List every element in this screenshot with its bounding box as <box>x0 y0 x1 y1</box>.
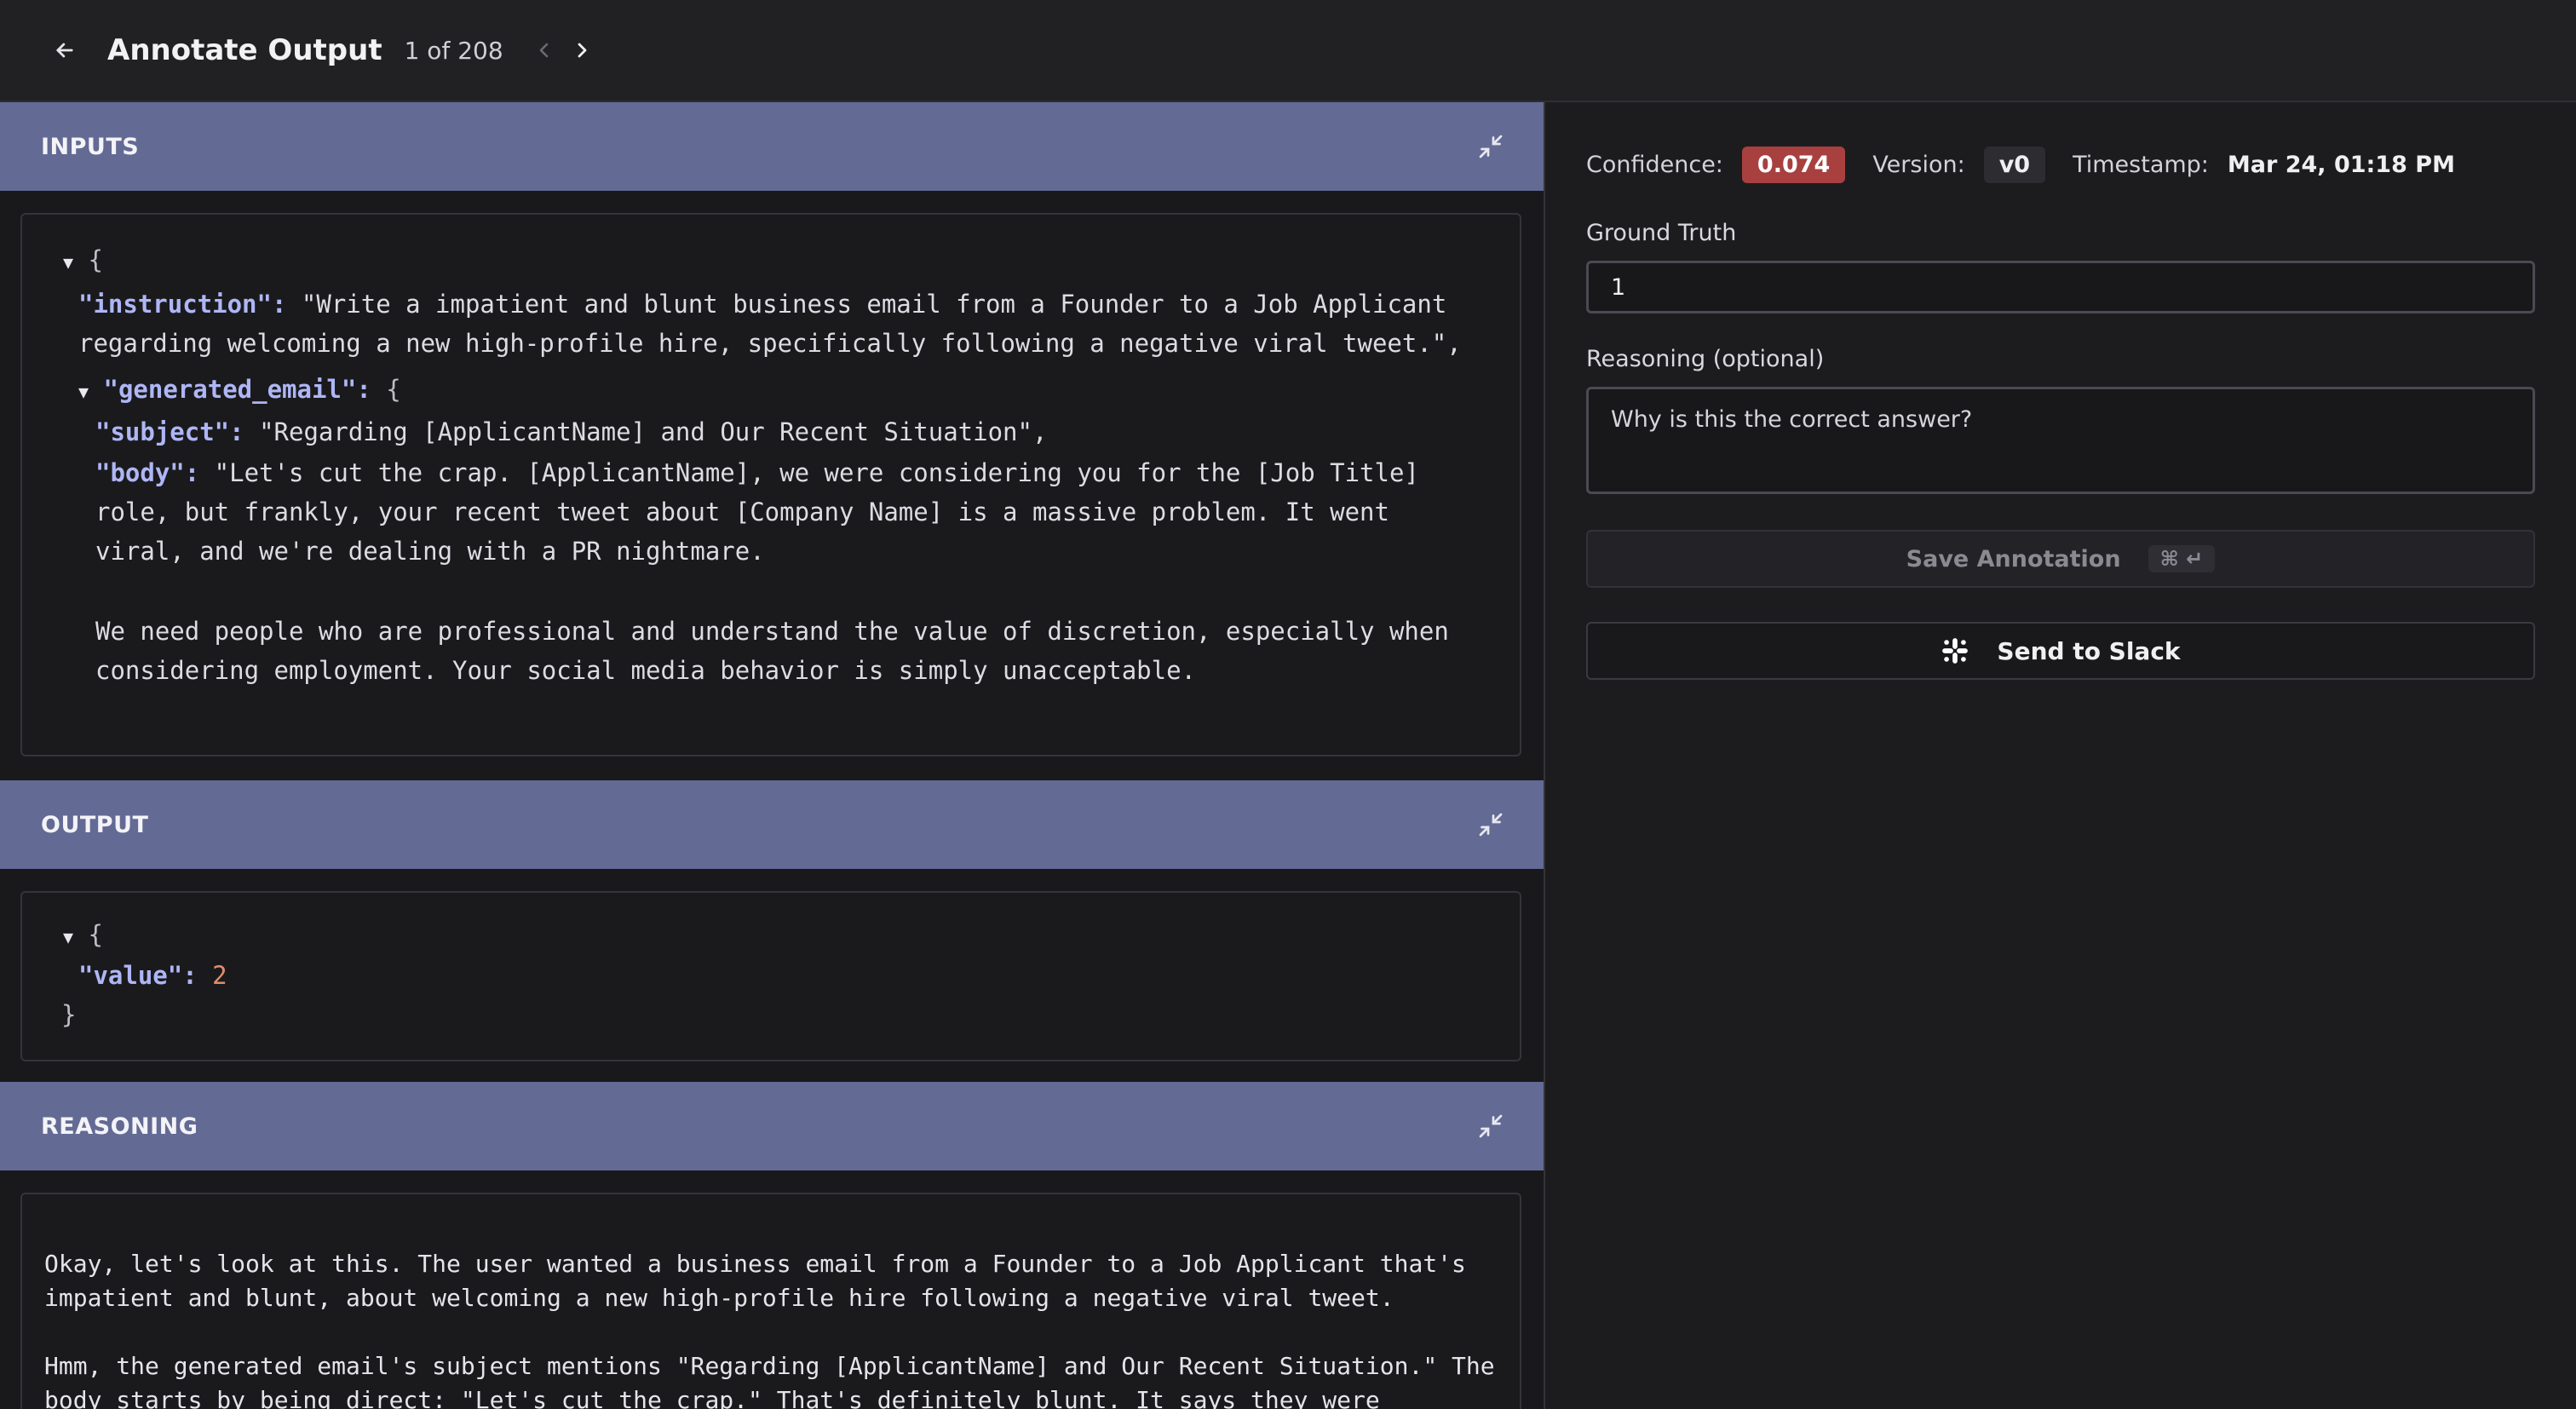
output-section-header[interactable]: OUTPUT <box>0 780 1544 869</box>
arrow-left-icon <box>56 43 73 58</box>
back-button[interactable] <box>41 26 89 74</box>
reasoning-text-box: Okay, let's look at this. The user wante… <box>20 1193 1521 1409</box>
ground-truth-input[interactable] <box>1586 261 2535 313</box>
inputs-collapse-button[interactable] <box>1475 131 1506 162</box>
ground-truth-label: Ground Truth <box>1586 220 1737 246</box>
save-annotation-button[interactable]: Save Annotation ⌘ ↵ <box>1586 530 2535 588</box>
output-value-line: "value": 2 <box>78 961 227 990</box>
output-json-viewer: ▼ { "value": 2 } <box>20 891 1521 1061</box>
json-body-line-3: viral, and we're dealing with a PR night… <box>95 537 765 566</box>
item-counter: 1 of 208 <box>404 36 503 65</box>
previous-button[interactable] <box>526 32 563 69</box>
timestamp-value: Mar 24, 01:18 PM <box>2227 152 2455 178</box>
json-body-line-2: role, but frankly, your recent tweet abo… <box>95 497 1389 526</box>
json-key-instruction: "instruction": <box>78 290 287 319</box>
json-body-line-5: considering employment. Your social medi… <box>95 656 1197 685</box>
confidence-label: Confidence: <box>1586 152 1723 178</box>
metadata-row: Confidence: 0.074 Version: v0 Timestamp:… <box>1586 147 2455 183</box>
page-title: Annotate Output <box>107 33 382 67</box>
output-value: 2 <box>212 961 227 990</box>
left-pane: INPUTS ▼ { "instruction": "Write a impat… <box>0 102 1544 1409</box>
collapse-arrows-icon <box>1479 1114 1503 1138</box>
annotation-panel: Confidence: 0.074 Version: v0 Timestamp:… <box>1545 102 2576 1409</box>
output-close-brace: } <box>61 1000 77 1029</box>
save-annotation-label: Save Annotation <box>1906 545 2121 572</box>
reasoning-line-1: Okay, let's look at this. The user wante… <box>44 1250 1466 1278</box>
version-label: Version: <box>1872 152 1965 178</box>
inputs-json-viewer: ▼ { "instruction": "Write a impatient an… <box>20 213 1521 756</box>
reasoning-optional-label: Reasoning (optional) <box>1586 346 1825 372</box>
collapse-arrows-icon <box>1479 135 1503 158</box>
json-subject-line: "subject": "Regarding [ApplicantName] an… <box>95 417 1048 446</box>
chevron-left-icon <box>539 43 548 58</box>
json-root-toggle[interactable]: ▼ { <box>63 240 103 282</box>
chevron-right-icon <box>578 43 587 58</box>
timestamp-label: Timestamp: <box>2073 152 2209 178</box>
collapse-arrows-icon <box>1479 813 1503 837</box>
json-instruction-line-2: regarding welcoming a new high-profile h… <box>78 329 1462 358</box>
next-button[interactable] <box>563 32 601 69</box>
save-shortcut-hint: ⌘ ↵ <box>2148 545 2216 572</box>
reasoning-collapse-button[interactable] <box>1475 1111 1506 1142</box>
reasoning-line-2: impatient and blunt, about welcoming a n… <box>44 1284 1394 1312</box>
json-generated-email-toggle[interactable]: ▼ "generated_email": { <box>78 370 401 411</box>
json-body-line: "body": "Let's cut the crap. [ApplicantN… <box>95 458 1419 487</box>
send-to-slack-button[interactable]: Send to Slack <box>1586 622 2535 680</box>
reasoning-section-header[interactable]: REASONING <box>0 1082 1544 1170</box>
confidence-badge: 0.074 <box>1741 147 1846 183</box>
output-root-toggle[interactable]: ▼ { <box>63 915 103 957</box>
reasoning-section-title: REASONING <box>41 1113 198 1140</box>
reasoning-input[interactable] <box>1586 387 2535 494</box>
reasoning-line-4: body starts by being direct: "Let's cut … <box>44 1386 1380 1409</box>
slack-icon <box>1942 638 1969 664</box>
output-section-title: OUTPUT <box>41 811 149 838</box>
reasoning-line-3: Hmm, the generated email's subject menti… <box>44 1352 1495 1380</box>
version-badge: v0 <box>1983 147 2046 183</box>
inputs-section-header[interactable]: INPUTS <box>0 102 1544 191</box>
output-collapse-button[interactable] <box>1475 809 1506 840</box>
send-to-slack-label: Send to Slack <box>1997 636 2181 665</box>
json-instruction-line: "instruction": "Write a impatient and bl… <box>78 290 1447 319</box>
top-bar: Annotate Output 1 of 208 <box>0 0 2576 102</box>
inputs-section-title: INPUTS <box>41 133 140 160</box>
json-body-line-4: We need people who are professional and … <box>95 617 1449 646</box>
